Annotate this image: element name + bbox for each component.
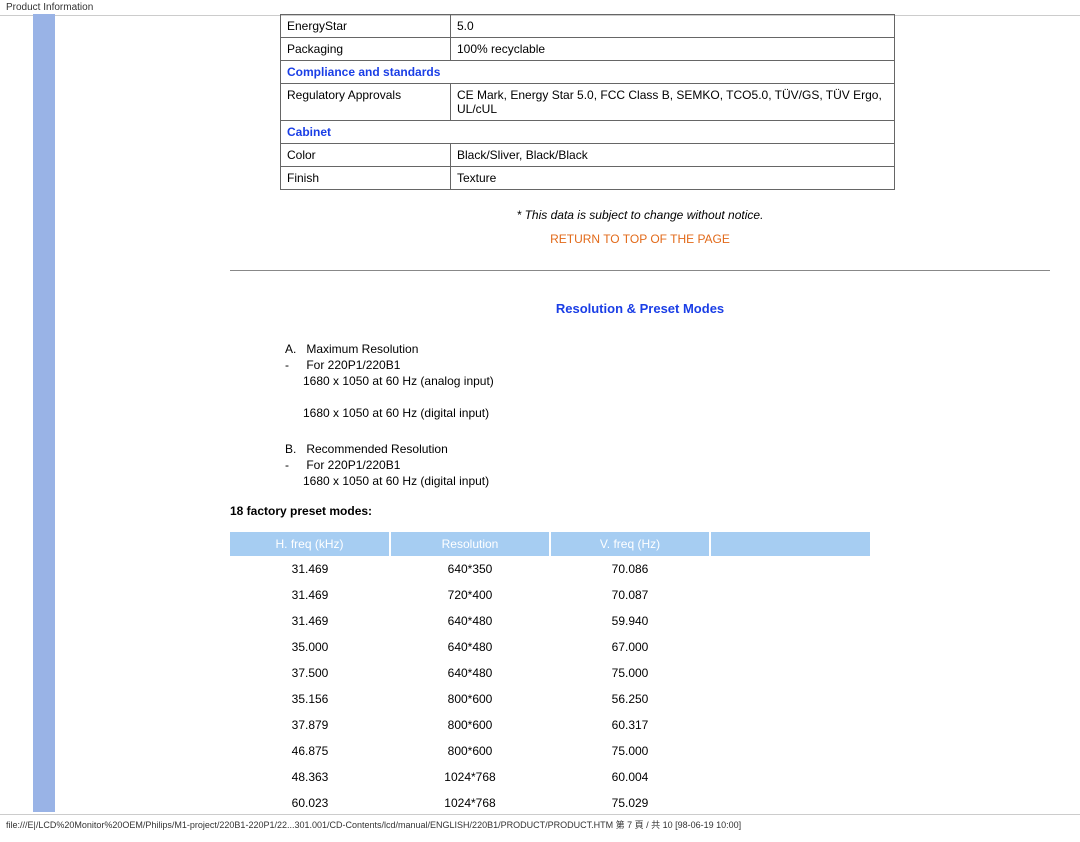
table-cell: 640*480	[390, 660, 550, 686]
table-cell: 56.250	[550, 686, 710, 712]
table-cell	[710, 686, 870, 712]
table-cell: 640*350	[390, 556, 550, 582]
table-cell: 720*400	[390, 582, 550, 608]
col-empty	[710, 532, 870, 556]
table-cell	[710, 660, 870, 686]
resolution-line: 1680 x 1050 at 60 Hz (analog input)	[303, 374, 1050, 388]
max-resolution-label: Maximum Resolution	[306, 342, 418, 356]
list-marker: -	[285, 458, 303, 472]
resolution-list: A. Maximum Resolution - For 220P1/220B1 …	[285, 342, 1050, 488]
table-cell: 800*600	[390, 738, 550, 764]
model-label: For 220P1/220B1	[306, 458, 400, 472]
table-row: Color Black/Sliver, Black/Black	[281, 144, 895, 167]
section-header-cabinet: Cabinet	[281, 121, 895, 144]
footer-file-path: file:///E|/LCD%20Monitor%20OEM/Philips/M…	[0, 814, 1080, 834]
resolution-line: 1680 x 1050 at 60 Hz (digital input)	[303, 406, 1050, 420]
table-row: Finish Texture	[281, 167, 895, 190]
table-cell: 70.087	[550, 582, 710, 608]
table-cell: 31.469	[230, 608, 390, 634]
section-title: Cabinet	[281, 121, 895, 144]
table-cell: 48.363	[230, 764, 390, 790]
table-cell: 67.000	[550, 634, 710, 660]
model-label: For 220P1/220B1	[306, 358, 400, 372]
col-hfreq: H. freq (kHz)	[230, 532, 390, 556]
table-row: 35.156800*60056.250	[230, 686, 870, 712]
table-cell: 1024*768	[390, 764, 550, 790]
preset-modes-heading: 18 factory preset modes:	[230, 504, 1050, 518]
main-content: EnergyStar 5.0 Packaging 100% recyclable…	[230, 14, 1050, 842]
spec-label: Regulatory Approvals	[281, 84, 451, 121]
table-cell	[710, 556, 870, 582]
section-title: Compliance and standards	[281, 61, 895, 84]
table-header-row: H. freq (kHz) Resolution V. freq (Hz)	[230, 532, 870, 556]
table-cell: 31.469	[230, 556, 390, 582]
table-cell: 60.317	[550, 712, 710, 738]
table-cell	[710, 712, 870, 738]
list-marker: -	[285, 358, 303, 372]
spec-label: Finish	[281, 167, 451, 190]
table-cell: 37.879	[230, 712, 390, 738]
table-cell: 75.000	[550, 660, 710, 686]
table-cell: 800*600	[390, 686, 550, 712]
table-cell: 60.004	[550, 764, 710, 790]
recommended-resolution-label: Recommended Resolution	[306, 442, 447, 456]
table-cell: 640*480	[390, 608, 550, 634]
table-row: 37.500640*48075.000	[230, 660, 870, 686]
spec-value: 5.0	[451, 15, 895, 38]
spec-label: EnergyStar	[281, 15, 451, 38]
table-row: 31.469640*35070.086	[230, 556, 870, 582]
table-cell: 35.000	[230, 634, 390, 660]
preset-modes-table: H. freq (kHz) Resolution V. freq (Hz) 31…	[230, 532, 870, 842]
table-cell: 1024*768	[390, 790, 550, 816]
divider	[230, 270, 1050, 271]
spec-value: 100% recyclable	[451, 38, 895, 61]
table-row: Packaging 100% recyclable	[281, 38, 895, 61]
table-row: 31.469640*48059.940	[230, 608, 870, 634]
spec-label: Color	[281, 144, 451, 167]
spec-value: Texture	[451, 167, 895, 190]
table-cell: 46.875	[230, 738, 390, 764]
table-cell: 59.940	[550, 608, 710, 634]
col-resolution: Resolution	[390, 532, 550, 556]
table-cell: 75.000	[550, 738, 710, 764]
table-cell	[710, 764, 870, 790]
table-row: 35.000640*48067.000	[230, 634, 870, 660]
spec-label: Packaging	[281, 38, 451, 61]
change-notice: * This data is subject to change without…	[230, 208, 1050, 222]
return-to-top-link[interactable]: RETURN TO TOP OF THE PAGE	[230, 232, 1050, 246]
table-cell	[710, 608, 870, 634]
spec-table: EnergyStar 5.0 Packaging 100% recyclable…	[280, 14, 895, 190]
spec-value: Black/Sliver, Black/Black	[451, 144, 895, 167]
table-cell: 70.086	[550, 556, 710, 582]
table-cell	[710, 738, 870, 764]
table-cell: 75.029	[550, 790, 710, 816]
col-vfreq: V. freq (Hz)	[550, 532, 710, 556]
table-row: 31.469720*40070.087	[230, 582, 870, 608]
spec-value: CE Mark, Energy Star 5.0, FCC Class B, S…	[451, 84, 895, 121]
left-sidebar-stripe	[33, 14, 55, 812]
table-cell: 35.156	[230, 686, 390, 712]
list-marker: B.	[285, 442, 303, 456]
table-cell: 60.023	[230, 790, 390, 816]
table-cell: 37.500	[230, 660, 390, 686]
section-header-compliance: Compliance and standards	[281, 61, 895, 84]
table-row: 60.0231024*76875.029	[230, 790, 870, 816]
table-row: 37.879800*60060.317	[230, 712, 870, 738]
table-cell: 640*480	[390, 634, 550, 660]
table-row: EnergyStar 5.0	[281, 15, 895, 38]
table-cell: 800*600	[390, 712, 550, 738]
table-row: 46.875800*60075.000	[230, 738, 870, 764]
table-cell	[710, 634, 870, 660]
resolution-line: 1680 x 1050 at 60 Hz (digital input)	[303, 474, 1050, 488]
table-cell: 31.469	[230, 582, 390, 608]
table-row: 48.3631024*76860.004	[230, 764, 870, 790]
resolution-section-title: Resolution & Preset Modes	[230, 301, 1050, 316]
table-cell	[710, 582, 870, 608]
table-row: Regulatory Approvals CE Mark, Energy Sta…	[281, 84, 895, 121]
table-cell	[710, 790, 870, 816]
list-marker: A.	[285, 342, 303, 356]
